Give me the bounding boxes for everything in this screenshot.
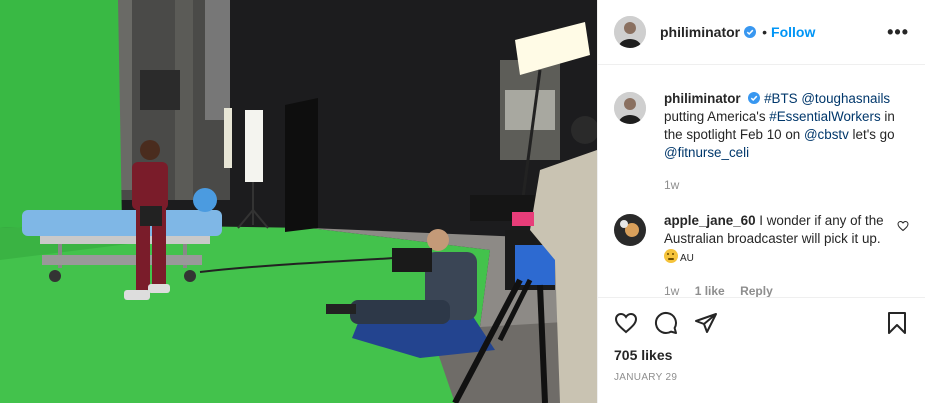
caption-text: putting America's (664, 109, 770, 124)
reply-button[interactable]: Reply (740, 284, 773, 297)
comment-likes[interactable]: 1 like (695, 284, 725, 297)
share-paper-plane-icon[interactable] (694, 311, 718, 335)
caption-body: philiminator #BTS @toughasnails putting … (664, 90, 909, 194)
verified-badge-icon (748, 92, 761, 104)
like-heart-icon[interactable] (614, 311, 638, 335)
post-side-panel: philiminator • Follow ••• philiminator #… (597, 0, 925, 403)
save-bookmark-icon[interactable] (885, 311, 909, 335)
author-username[interactable]: philiminator (660, 24, 740, 40)
author-avatar[interactable] (614, 16, 646, 48)
caption: philiminator #BTS @toughasnails putting … (614, 90, 909, 194)
australia-flag-icon: AU (680, 253, 694, 264)
commenter-avatar[interactable] (614, 214, 646, 246)
caption-meta: 1w (664, 176, 909, 194)
comment-body: apple_jane_60 I wonder if any of the Aus… (664, 212, 889, 297)
post-date: January 29 (614, 372, 678, 383)
caption-avatar[interactable] (614, 92, 646, 124)
more-options-icon[interactable]: ••• (887, 22, 909, 43)
verified-badge-icon (744, 26, 757, 38)
caption-text: let's go (848, 127, 895, 142)
caption-username[interactable]: philiminator (664, 91, 741, 106)
comment-time[interactable]: 1w (664, 284, 679, 297)
thinking-face-icon (664, 249, 678, 263)
mention-link[interactable]: @fitnurse_celi (664, 145, 749, 160)
comment-bubble-icon[interactable] (654, 311, 678, 335)
comment-like-heart-icon[interactable] (897, 220, 909, 232)
comment-meta: 1w 1 like Reply (664, 282, 889, 297)
comment-item: apple_jane_60 I wonder if any of the Aus… (614, 212, 909, 297)
comments-list[interactable]: philiminator #BTS @toughasnails putting … (598, 66, 925, 297)
post-photo[interactable] (0, 0, 597, 403)
likes-count[interactable]: 705 likes (614, 347, 909, 363)
commenter-username[interactable]: apple_jane_60 (664, 213, 756, 228)
hashtag-link[interactable]: #EssentialWorkers (769, 109, 880, 124)
caption-time[interactable]: 1w (664, 178, 679, 192)
mention-link[interactable]: @cbstv (804, 127, 849, 142)
hashtag-link[interactable]: #BTS (764, 91, 798, 106)
action-icons-row (614, 310, 909, 336)
post-actions: 705 likes January 29 (598, 297, 925, 383)
follow-button[interactable]: Follow (771, 24, 815, 40)
bts-scene-image (0, 0, 597, 403)
post-header: philiminator • Follow ••• (598, 0, 925, 65)
mention-link[interactable]: @toughasnails (801, 91, 890, 106)
header-separator: • (762, 24, 768, 40)
